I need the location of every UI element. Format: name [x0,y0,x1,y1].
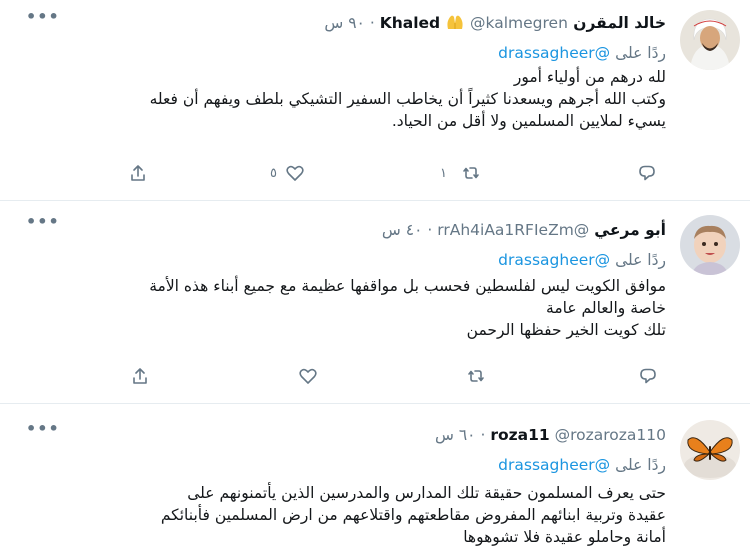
retweet-count: ١ [440,165,447,181]
like-button[interactable] [298,364,318,388]
tweet-text: لله درهم من أولياء أمور وكتب الله أجرهم … [6,66,666,132]
reply-context: ردًا على @drassagheer [498,454,666,476]
share-icon [131,165,145,181]
avatar[interactable] [680,215,740,275]
display-name[interactable]: roza11 [490,426,549,444]
heart-icon [286,165,304,181]
tweet-line: وكتب الله أجرهم ويسعدنا كثيراً أن يخاطب … [149,90,666,108]
user-handle[interactable]: @rozaroza110 [555,426,666,444]
mention-link[interactable]: @drassagheer [498,251,610,269]
clapping-hands-emoji [445,13,465,31]
tweet-actions: ٥ ١ [0,161,750,185]
reply-button[interactable] [637,161,657,185]
more-icon[interactable]: ••• [26,9,59,30]
tweet-line: عقيدة وتربية ابنائهم المفروض مقاطعتهم وا… [160,506,666,524]
heart-icon [299,368,317,384]
share-button[interactable] [130,364,150,388]
tweet-time[interactable]: ٤٠ س [382,221,423,239]
tweet-actions [0,364,750,388]
tweet-time[interactable]: ٦٠ س [435,426,476,444]
share-icon [133,368,147,384]
reply-context: ردًا على @drassagheer [498,249,666,271]
tweet-time[interactable]: ٩٠ س [324,14,365,32]
tweet-text: حتى يعرف المسلمون حقيقة تلك المدارس والم… [0,482,666,548]
like-button[interactable]: ٥ [270,161,305,185]
mention-link[interactable]: @drassagheer [498,44,610,62]
tweet-line: موافق الكويت ليس لفلسطين فحسب بل مواقفها… [149,277,666,295]
tweet-header: أبو مرعي @rrAh4iAa1RFIeZm · ٤٠ س [381,221,666,239]
avatar[interactable] [680,420,740,480]
tweet-line: أمانة وحاملو عقيدة فلا تشوهوها [463,528,666,546]
user-handle[interactable]: @kalmegren [470,14,568,32]
tweet[interactable]: ••• roza11 @rozaroza110 · ٦٠ س ردًا على … [0,404,750,555]
mention-link[interactable]: @drassagheer [498,456,610,474]
tweet-line: لله درهم من أولياء أمور [513,68,666,86]
reply-context: ردًا على @drassagheer [498,42,666,64]
avatar[interactable] [680,10,740,70]
tweet-line: خاصة والعالم عامة [546,299,666,317]
retweet-button[interactable] [466,364,486,388]
tweet-header: خالد المقرن Khaled @kalmegren · ٩٠ س [324,13,666,32]
tweet[interactable]: ••• خالد المقرن Khaled @kalmegren · ٩٠ س… [0,0,750,201]
reply-prefix: ردًا على [615,456,666,474]
tweet-line: تلك كويت الخير حفظها الرحمن [466,321,666,339]
more-icon[interactable]: ••• [26,214,59,235]
like-count: ٥ [270,165,277,181]
reply-prefix: ردًا على [615,44,666,62]
share-button[interactable] [128,161,148,185]
reply-icon [640,368,656,384]
tweet-line: يسيء لملايين المسلمين ولا أقل من الحياد. [391,112,666,130]
display-name[interactable]: أبو مرعي [594,221,666,239]
retweet-button[interactable]: ١ [440,161,481,185]
reply-prefix: ردًا على [615,251,666,269]
tweet-text: موافق الكويت ليس لفلسطين فحسب بل مواقفها… [6,275,666,341]
user-handle[interactable]: @rrAh4iAa1RFIeZm [437,221,589,239]
reply-icon [639,165,655,181]
tweet-line: حتى يعرف المسلمون حقيقة تلك المدارس والم… [187,484,666,502]
retweet-icon [463,167,479,179]
retweet-icon [468,370,484,382]
reply-button[interactable] [638,364,658,388]
more-icon[interactable]: ••• [26,421,59,442]
tweet-header: roza11 @rozaroza110 · ٦٠ س [435,426,666,444]
tweet[interactable]: ••• أبو مرعي @rrAh4iAa1RFIeZm · ٤٠ س ردً… [0,201,750,404]
